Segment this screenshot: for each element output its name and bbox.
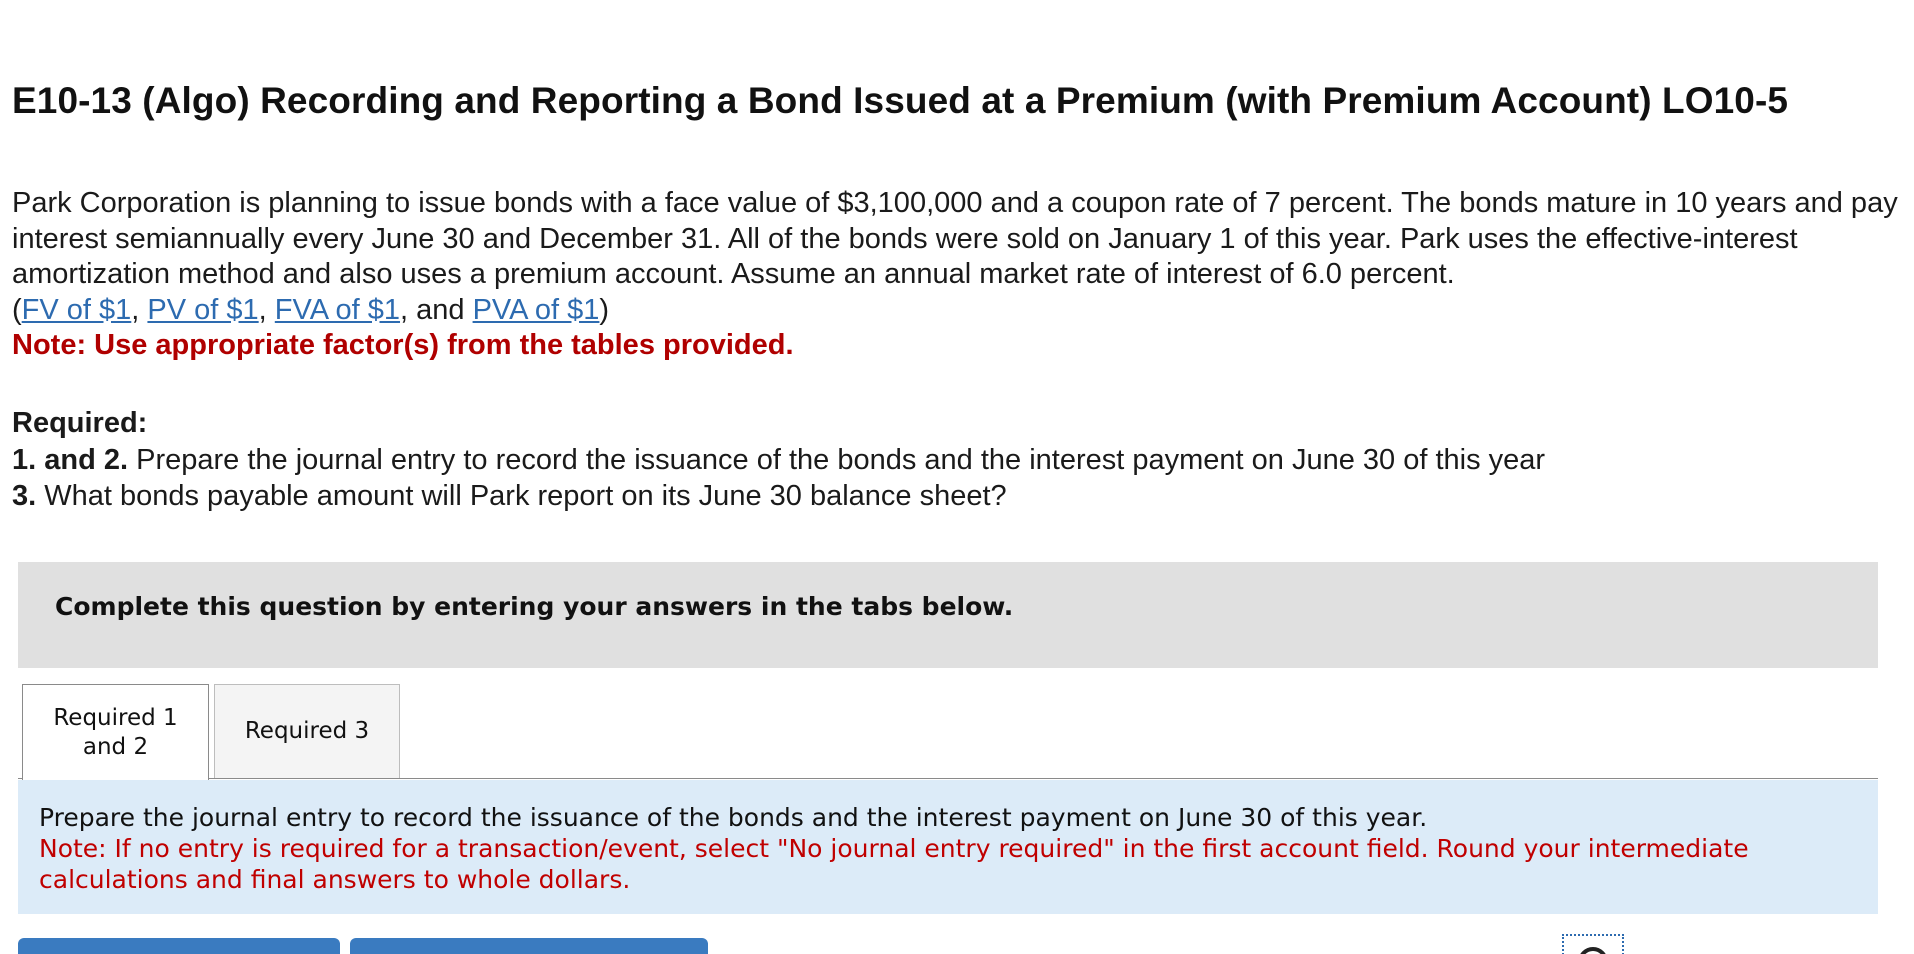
help-glyph-icon [1578,947,1608,954]
journal-entry-button-1[interactable] [18,938,340,954]
page: E10-13 (Algo) Recording and Reporting a … [0,0,1914,954]
open-paren: ( [12,293,22,326]
tab-required-1-and-2[interactable]: Required 1 and 2 [22,684,209,780]
link-separator: , [258,293,275,326]
tab-label-line1: Required 1 [53,704,178,731]
help-icon[interactable] [1562,934,1624,954]
journal-entry-button-2[interactable] [350,938,708,954]
problem-text: Park Corporation is planning to issue bo… [12,187,1898,290]
instructions-main: Prepare the journal entry to record the … [39,803,1428,832]
required-item1-text: Prepare the journal entry to record the … [128,443,1546,476]
required-heading: Required: [12,407,148,439]
required-item3-text: What bonds payable amount will Park repo… [36,480,1007,512]
tabs-divider [18,778,1878,779]
link-separator-and: , and [400,293,473,326]
tab-instructions: Prepare the journal entry to record the … [18,780,1878,914]
tab-label-line2: and 2 [82,733,149,760]
tab-label: Required 1 and 2 [53,704,177,762]
tab-label: Required 3 [244,718,370,744]
page-title: E10-13 (Algo) Recording and Reporting a … [12,80,1789,121]
pva-table-link[interactable]: PVA of $1 [473,294,600,326]
fv-table-link[interactable]: FV of $1 [22,294,132,326]
fva-table-link[interactable]: FVA of $1 [275,294,400,326]
problem-statement: Park Corporation is planning to issue bo… [12,186,1902,364]
pv-table-link[interactable]: PV of $1 [147,294,258,326]
instructions-note: Note: If no entry is required for a tran… [39,834,1749,894]
tab-required-3[interactable]: Required 3 [214,684,400,778]
instructions-banner: Complete this question by entering your … [18,562,1878,668]
required-item3-label: 3. [12,480,37,512]
required-section: Required: 1. and 2. Prepare the journal … [12,405,1902,515]
required-item1-label: 1. and 2. [12,443,129,476]
factor-note: Note: Use appropriate factor(s) from the… [12,329,794,361]
close-paren: ) [599,293,610,326]
link-separator: , [131,293,148,326]
banner-text: Complete this question by entering your … [55,592,1014,621]
